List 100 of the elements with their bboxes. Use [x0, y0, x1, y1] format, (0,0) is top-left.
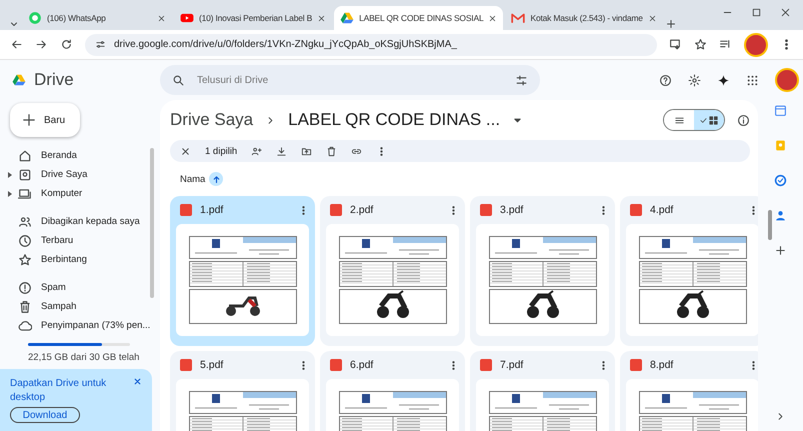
close-button[interactable] — [133, 377, 142, 386]
sidebar-item[interactable]: Dibagikan kepada saya — [0, 212, 160, 231]
close-icon — [133, 377, 142, 386]
file-card[interactable]: 3.pdf — [470, 196, 615, 346]
pdf-icon — [180, 359, 192, 371]
tasks-icon[interactable] — [774, 174, 787, 187]
expand-caret-icon[interactable] — [8, 172, 12, 178]
file-name: 7.pdf — [500, 359, 524, 371]
check-icon — [699, 116, 708, 124]
profile-avatar[interactable] — [744, 32, 768, 56]
file-name: 4.pdf — [650, 204, 674, 216]
clock-icon — [18, 234, 32, 248]
sparkle-icon[interactable] — [717, 74, 730, 86]
search-bar[interactable]: Telusuri di Drive — [160, 65, 540, 95]
close-icon[interactable] — [648, 14, 657, 22]
app-name: Drive — [34, 70, 74, 90]
forward-icon[interactable] — [35, 38, 48, 51]
file-name: 5.pdf — [200, 359, 224, 371]
new-tab-icon[interactable] — [664, 18, 677, 30]
search-icon — [172, 74, 185, 86]
expand-caret-icon[interactable] — [8, 191, 12, 197]
file-name: 3.pdf — [500, 204, 524, 216]
file-card[interactable]: 4.pdf — [620, 196, 758, 346]
trash-icon[interactable] — [326, 146, 338, 156]
pdf-icon — [330, 359, 342, 371]
grid-view-button[interactable] — [694, 110, 724, 130]
pdf-icon — [330, 204, 342, 216]
breadcrumb-link[interactable]: Drive Saya — [170, 110, 254, 130]
search-field[interactable]: Telusuri di Drive — [195, 74, 505, 86]
file-card[interactable]: 1.pdf — [170, 196, 315, 346]
home-icon — [18, 148, 32, 162]
browser-tab[interactable]: LABEL QR CODE DINAS SOSIAL — [334, 6, 504, 30]
file-card[interactable]: 6.pdf — [320, 351, 465, 431]
restore-icon[interactable] — [751, 6, 762, 18]
sidebar-item[interactable]: Spam — [0, 278, 160, 297]
sidebar-item[interactable]: Sampah — [0, 297, 160, 316]
share-person-icon[interactable] — [251, 146, 262, 156]
star-icon[interactable] — [694, 38, 707, 51]
pdf-icon — [480, 359, 492, 371]
file-name: 8.pdf — [650, 359, 674, 371]
info-icon[interactable] — [737, 114, 750, 126]
pdf-icon — [630, 204, 642, 216]
browser-tab[interactable]: (10) Inovasi Pemberian Label B — [174, 6, 332, 30]
triangle-logo-icon — [340, 11, 354, 25]
pdf-icon — [630, 359, 642, 371]
install-icon[interactable] — [669, 38, 682, 51]
close-icon[interactable] — [157, 14, 166, 22]
download-icon[interactable] — [276, 146, 288, 156]
chat-icon — [28, 11, 42, 25]
add-icon[interactable] — [774, 244, 787, 257]
browser-tab[interactable]: (106) WhatsApp — [22, 6, 172, 30]
sidebar-item[interactable]: Drive Saya — [0, 165, 160, 184]
sidebar-item[interactable]: Beranda — [0, 146, 160, 165]
computer-icon — [18, 186, 32, 200]
folder-title[interactable]: LABEL QR CODE DINAS ... — [288, 110, 500, 130]
file-card[interactable]: 5.pdf — [170, 351, 315, 431]
sort-label[interactable]: Nama — [180, 174, 206, 184]
storage-text: 22,15 GB dari 30 GB telah — [28, 352, 140, 363]
new-button[interactable]: Baru — [10, 103, 80, 137]
pdf-icon — [180, 204, 192, 216]
back-icon[interactable] — [10, 38, 23, 51]
close-icon[interactable] — [317, 14, 326, 22]
triangle-logo-icon — [12, 73, 26, 87]
sidebar-item[interactable]: Penyimpanan (73% pen... — [0, 316, 160, 335]
sidebar-item[interactable]: Komputer — [0, 184, 160, 203]
calendar-icon[interactable] — [774, 104, 787, 117]
people-icon — [18, 214, 32, 228]
help-icon[interactable] — [659, 74, 672, 86]
star-icon — [18, 252, 32, 266]
site-settings-icon — [95, 39, 106, 50]
close-icon[interactable] — [488, 14, 498, 22]
sort-ascending-icon[interactable] — [209, 172, 224, 186]
sidebar-item[interactable]: Terbaru — [0, 231, 160, 250]
pdf-icon — [480, 204, 492, 216]
browser-tab[interactable]: Kotak Masuk (2.543) - vindame — [505, 6, 663, 30]
file-card[interactable]: 7.pdf — [470, 351, 615, 431]
warning-icon — [18, 280, 32, 294]
download-button[interactable]: Download — [10, 407, 80, 423]
account-avatar[interactable] — [775, 68, 799, 92]
plus-icon — [22, 113, 36, 127]
address-bar[interactable]: drive.google.com/drive/u/0/folders/1VKn-ZNgku_jYcQpAb_oKSgjUhSKBjMA_ — [85, 34, 657, 56]
contacts-icon[interactable] — [774, 209, 787, 222]
promo-text: Dapatkan Drive untuk desktop — [10, 377, 108, 404]
clear-selection-icon[interactable] — [180, 146, 191, 156]
play-icon — [180, 11, 194, 25]
file-card[interactable]: 2.pdf — [320, 196, 465, 346]
trash-icon — [18, 300, 32, 314]
file-name: 1.pdf — [200, 204, 224, 216]
sidebar-item[interactable]: Berbintang — [0, 250, 160, 269]
reload-icon[interactable] — [60, 38, 73, 51]
envelope-icon — [511, 11, 526, 25]
arrow-up-icon — [212, 174, 221, 184]
move-to-folder-icon[interactable] — [301, 146, 312, 156]
media-icon[interactable] — [719, 38, 732, 51]
cloud-icon — [18, 318, 32, 332]
settings-icon[interactable] — [688, 74, 701, 86]
apps-grid-icon[interactable] — [746, 74, 759, 86]
close-icon[interactable] — [780, 6, 791, 18]
filter-icon[interactable] — [515, 74, 528, 86]
file-card[interactable]: 8.pdf — [620, 351, 758, 431]
